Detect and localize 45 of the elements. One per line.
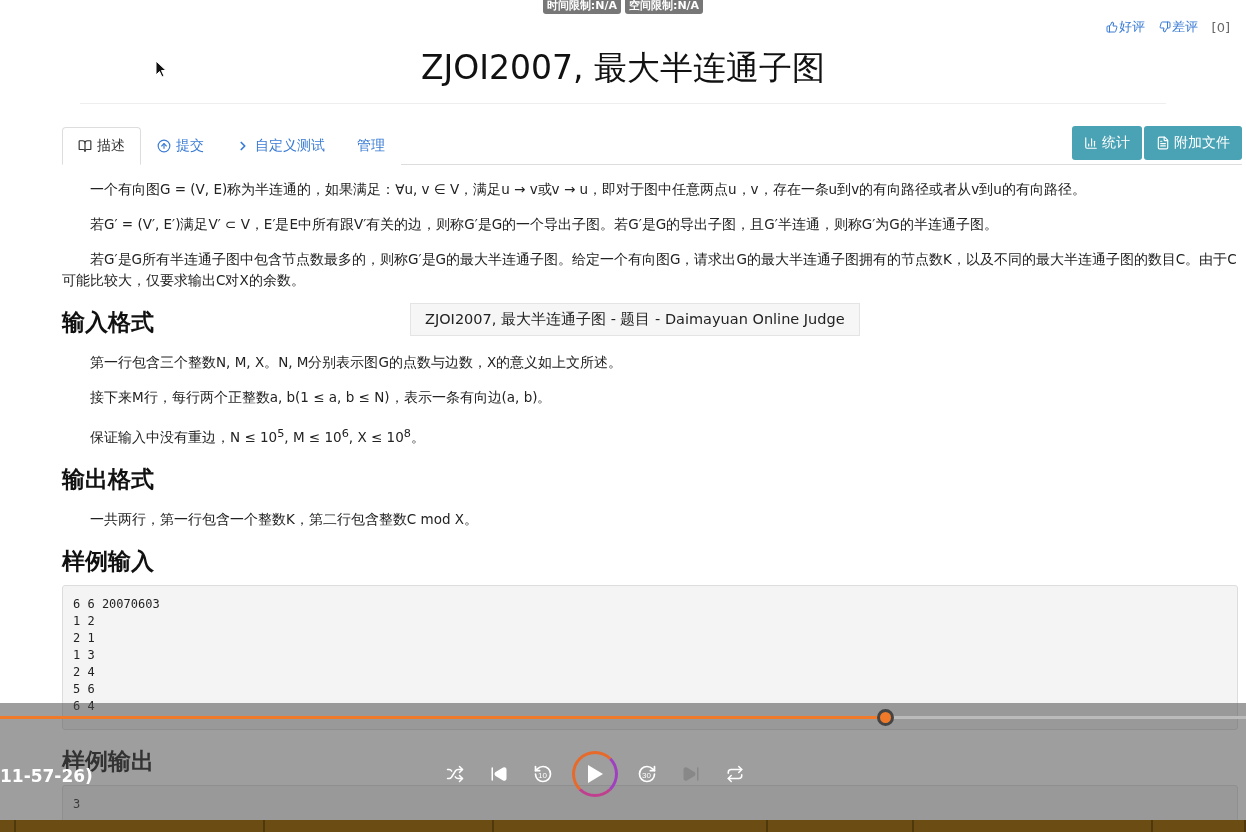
repeat-icon bbox=[726, 765, 744, 783]
tab[interactable]: 描述 bbox=[62, 127, 141, 165]
code-line: 6 6 20070603 bbox=[73, 595, 161, 613]
paragraph: 一共两行，第一行包含一个整数K，第二行包含整数C mod X。 bbox=[90, 510, 479, 527]
file-icon bbox=[1156, 136, 1170, 150]
paragraph: 若G′是G所有半连通子图中包含节点数最多的，则称G′是G的最大半连通子图。给定一个有向图G，请求出G的最大半连通子图拥有的节点数K，以及不同的最大半连通子图的数目C。由于C可能比较大，仅要求输出C对X的余数。 bbox=[62, 251, 1237, 288]
arrow-up-circle-icon bbox=[157, 139, 171, 153]
play-icon bbox=[586, 764, 604, 784]
paragraph: 保证输入中没有重边，N ≤ 10$^{5}$, M ≤ 10$^{6}$, X ≤ 10$^{8}$。 bbox=[90, 428, 425, 445]
code-line: 5 6 bbox=[73, 680, 96, 698]
code-line: 1 2 bbox=[73, 612, 96, 630]
paragraph: 接下来M行，每行两个正整数a, b(1 ≤ a, b ≤ N)，表示一条有向边(a, b)。 bbox=[90, 389, 552, 405]
rewind-button[interactable]: 10 bbox=[528, 759, 558, 789]
play-button[interactable] bbox=[572, 751, 618, 797]
shuffle-icon bbox=[446, 765, 464, 783]
problem-title: ZJOI2007, 最大半连通子图 bbox=[421, 47, 825, 89]
progress-track[interactable] bbox=[0, 709, 1246, 726]
rewind-icon bbox=[533, 764, 553, 784]
rating-count: [0] bbox=[1211, 19, 1230, 35]
book-icon bbox=[78, 139, 92, 153]
limit-badge: 空间限制:N/A bbox=[625, 0, 704, 14]
thumbs-up-icon bbox=[1105, 21, 1118, 33]
dislike-link[interactable]: 差评 bbox=[1158, 18, 1198, 36]
paragraph: 一个有向图G = (V, E)称为半连通的，如果满足：∀u, v ∈ V，满足u → v或v → u，即对于图中任意两点u，v，存在一条u到v的有向路径或者从v到u的有向路径。 bbox=[90, 181, 1086, 197]
section-heading: 输出格式 bbox=[62, 464, 154, 494]
cursor-icon bbox=[155, 60, 167, 78]
action-button[interactable]: 统计 bbox=[1072, 126, 1142, 160]
forward-icon bbox=[637, 764, 657, 784]
paragraph: 若G′ = (V′, E′)满足V′ ⊂ V，E′是E中所有跟V′有关的边，则称G′是G的一个导出子图。若G′是G的导出子图，且G′半连通，则称G′为G的半连通子图。 bbox=[90, 216, 998, 232]
code-line: 1 3 bbox=[73, 646, 96, 664]
section-heading: 输入格式 bbox=[62, 308, 154, 337]
like-link[interactable]: 好评 bbox=[1105, 18, 1145, 36]
section-heading: 样例输入 bbox=[62, 546, 154, 576]
paragraph: 第一行包含三个整数N, M, X。N, M分别表示图G的点数与边数，X的意义如上文所述。 bbox=[90, 354, 623, 370]
limit-badge: 时间限制:N/A bbox=[542, 0, 621, 14]
code-line: 6 4 bbox=[73, 697, 96, 715]
code-line: 2 1 bbox=[73, 629, 96, 647]
skip-back-icon bbox=[490, 765, 508, 783]
action-button[interactable]: 附加文件 bbox=[1144, 126, 1242, 160]
bar-chart-icon bbox=[1084, 136, 1098, 150]
forward-button[interactable]: 30 bbox=[632, 759, 662, 789]
thumbs-down-icon bbox=[1158, 21, 1171, 33]
code-line: 3 bbox=[73, 795, 82, 813]
code-line: 2 4 bbox=[73, 663, 96, 681]
tooltip: ZJOI2007, 最大半连通子图 - 题目 - Daimayuan Online Judge bbox=[410, 303, 860, 336]
